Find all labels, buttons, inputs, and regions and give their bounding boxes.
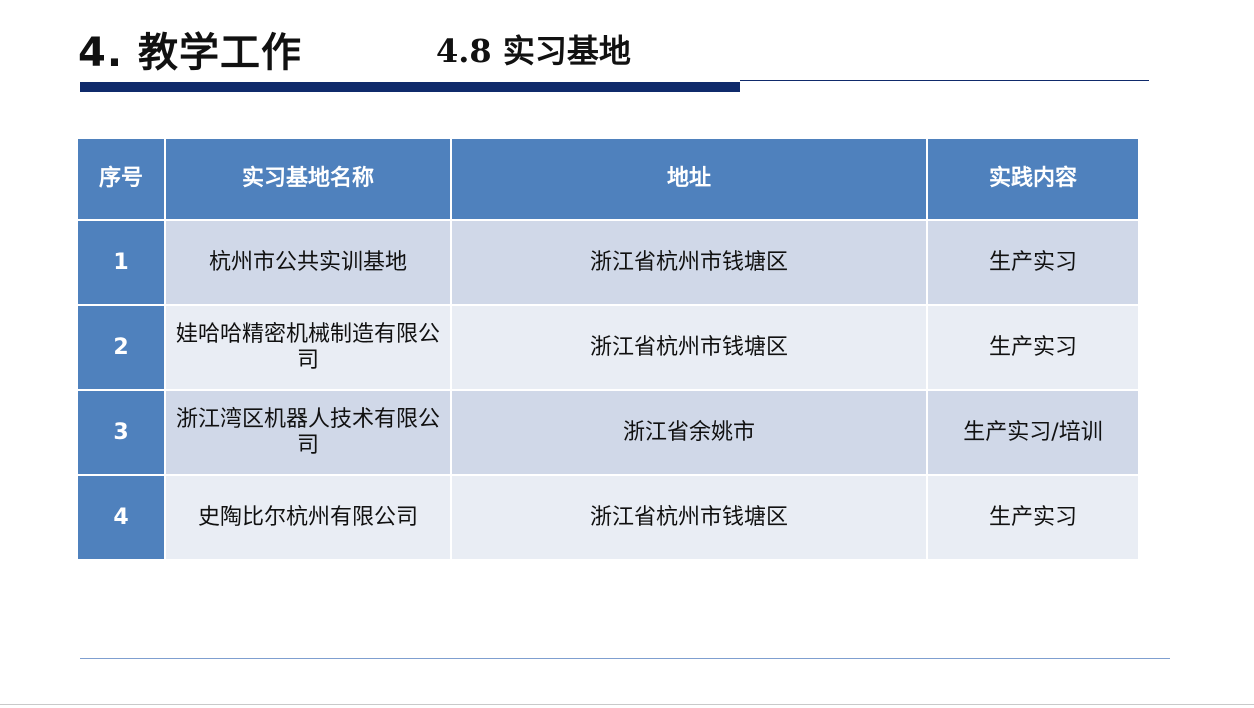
column-header-content: 实践内容 xyxy=(926,137,1140,221)
base-address: 浙江省余姚市 xyxy=(450,389,928,476)
column-header-index: 序号 xyxy=(76,137,166,221)
table-row: 1 杭州市公共实训基地 浙江省杭州市钱塘区 生产实习 xyxy=(76,219,1140,306)
base-name: 浙江湾区机器人技术有限公司 xyxy=(164,389,452,476)
row-index: 4 xyxy=(76,474,166,561)
title-underline-thin xyxy=(740,80,1149,81)
base-name: 杭州市公共实训基地 xyxy=(164,219,452,306)
table-row: 2 娃哈哈精密机械制造有限公司 浙江省杭州市钱塘区 生产实习 xyxy=(76,304,1140,391)
base-name: 娃哈哈精密机械制造有限公司 xyxy=(164,304,452,391)
row-index: 1 xyxy=(76,219,166,306)
column-header-name: 实习基地名称 xyxy=(164,137,452,221)
practice-content: 生产实习 xyxy=(926,304,1140,391)
table-row: 4 史陶比尔杭州有限公司 浙江省杭州市钱塘区 生产实习 xyxy=(76,474,1140,561)
table-row: 3 浙江湾区机器人技术有限公司 浙江省余姚市 生产实习/培训 xyxy=(76,389,1140,476)
base-name: 史陶比尔杭州有限公司 xyxy=(164,474,452,561)
table-header-row: 序号 实习基地名称 地址 实践内容 xyxy=(76,137,1140,221)
practice-content: 生产实习 xyxy=(926,474,1140,561)
subsection-title: 4.8 实习基地 xyxy=(436,32,631,70)
base-address: 浙江省杭州市钱塘区 xyxy=(450,219,928,306)
internship-bases-table: 序号 实习基地名称 地址 实践内容 1 杭州市公共实训基地 浙江省杭州市钱塘区 … xyxy=(76,137,1140,561)
practice-content: 生产实习 xyxy=(926,219,1140,306)
row-index: 3 xyxy=(76,389,166,476)
title-underline-thick xyxy=(80,82,740,92)
row-index: 2 xyxy=(76,304,166,391)
footer-divider xyxy=(80,658,1170,659)
base-address: 浙江省杭州市钱塘区 xyxy=(450,304,928,391)
section-title: 4. 教学工作 xyxy=(78,30,302,76)
practice-content: 生产实习/培训 xyxy=(926,389,1140,476)
column-header-address: 地址 xyxy=(450,137,928,221)
base-address: 浙江省杭州市钱塘区 xyxy=(450,474,928,561)
page-bottom-divider xyxy=(0,704,1254,705)
